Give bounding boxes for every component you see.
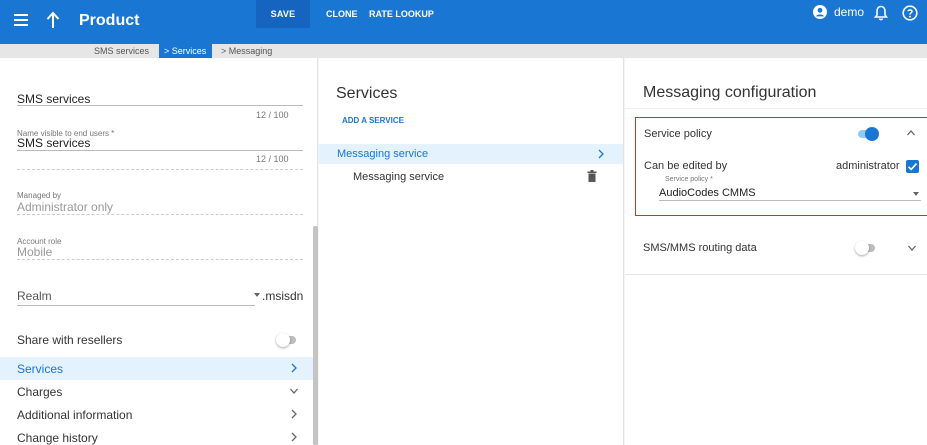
name-field[interactable]: SMS services [17, 90, 303, 106]
visible-name-counter: 12 / 100 [256, 154, 289, 164]
clone-button[interactable]: CLONE [326, 9, 358, 19]
service-policy-value: AudioCodes CMMS [659, 187, 756, 199]
chevron-right-icon [291, 409, 297, 419]
nav-item-label: Change history [17, 430, 98, 445]
sms-mms-routing-title: SMS/MMS routing data [643, 242, 757, 254]
breadcrumb-messaging-label: Messaging [228, 46, 273, 56]
breadcrumb-item-messaging: > Messaging [221, 46, 272, 56]
service-sub-item[interactable]: Messaging service [353, 171, 444, 183]
nav-item-charges[interactable]: Charges [0, 380, 317, 403]
arrow-up-icon[interactable] [46, 11, 60, 29]
breadcrumb-services-label: Services [171, 46, 207, 56]
sms-mms-routing-section[interactable]: SMS/MMS routing data [625, 217, 927, 275]
nav-item-change-history[interactable]: Change history [0, 426, 317, 445]
product-details-panel: SMS services 12 / 100 Name visible to en… [0, 58, 318, 445]
realm-label: Realm [17, 289, 52, 303]
menu-icon[interactable] [14, 14, 28, 26]
bell-icon[interactable] [874, 5, 888, 21]
messaging-configuration-panel: Messaging configuration Service policy C… [625, 58, 927, 445]
trash-icon[interactable] [587, 170, 597, 182]
service-policy-toggle[interactable] [856, 127, 879, 141]
checkmark-icon [907, 163, 918, 171]
divider [625, 108, 927, 109]
editable-by-value: administrator [836, 160, 900, 172]
nav-item-label: Services [17, 361, 64, 376]
left-panel-scrollbar[interactable] [313, 226, 318, 445]
chevron-right-icon [291, 432, 297, 442]
app-header: Product SAVE CLONE RATE LOOKUP demo [0, 0, 927, 44]
help-icon[interactable] [902, 5, 918, 21]
dropdown-arrow-icon [254, 293, 260, 297]
chevron-up-icon[interactable] [906, 129, 916, 137]
managed-by-value: Administrator only [17, 200, 114, 214]
account-role-field: Mobile [17, 243, 303, 260]
service-policy-title: Service policy [644, 128, 712, 140]
breadcrumb: SMS services > Services > Messaging [0, 44, 927, 58]
service-policy-select[interactable]: AudioCodes CMMS [659, 185, 921, 201]
visible-name-field[interactable]: SMS services [17, 134, 303, 151]
realm-suffix: .msisdn [262, 289, 304, 303]
service-name: Messaging service [337, 148, 429, 160]
sms-mms-routing-toggle[interactable] [855, 241, 877, 255]
messaging-configuration-title: Messaging configuration [643, 84, 817, 101]
user-menu[interactable]: demo [813, 5, 864, 19]
add-service-button[interactable]: ADD A SERVICE [342, 116, 404, 125]
save-button[interactable]: SAVE [256, 0, 310, 28]
managed-by-field: Administrator only [17, 198, 303, 215]
service-policy-section: Service policy Can be edited by administ… [635, 117, 927, 216]
breadcrumb-item-sms-services[interactable]: SMS services [94, 46, 149, 56]
services-title: Services [336, 85, 398, 102]
account-role-value: Mobile [17, 245, 53, 259]
administrator-checkbox[interactable] [906, 160, 919, 173]
section-divider [17, 169, 303, 170]
share-with-resellers-label: Share with resellers [17, 333, 123, 347]
rate-lookup-button[interactable]: RATE LOOKUP [369, 9, 434, 19]
name-value: SMS services [17, 92, 91, 106]
share-with-resellers-toggle[interactable] [276, 333, 298, 347]
chevron-down-icon[interactable] [907, 244, 917, 252]
chevron-down-icon [290, 388, 298, 394]
nav-item-label: Additional information [17, 407, 133, 422]
breadcrumb-item-services[interactable]: > Services [159, 44, 213, 58]
breadcrumb-separator-icon: > [164, 46, 170, 56]
visible-name-value: SMS services [17, 136, 91, 150]
nav-item-label: Charges [17, 384, 63, 399]
service-row-messaging[interactable]: Messaging service [319, 144, 623, 164]
dropdown-arrow-icon [913, 192, 919, 196]
name-counter: 12 / 100 [256, 110, 289, 120]
breadcrumb-separator-icon: > [221, 46, 227, 56]
page-title: Product [79, 12, 140, 29]
realm-select[interactable]: Realm [17, 287, 260, 306]
services-panel: Services ADD A SERVICE Messaging service… [319, 58, 624, 445]
chevron-right-icon [598, 149, 604, 159]
chevron-right-icon [291, 363, 297, 373]
nav-item-additional-information[interactable]: Additional information [0, 403, 317, 426]
can-be-edited-label: Can be edited by [644, 160, 728, 172]
nav-item-services[interactable]: Services [0, 357, 317, 380]
service-policy-field-label: Service policy * [665, 176, 713, 183]
user-icon [813, 5, 827, 19]
username: demo [834, 5, 865, 19]
